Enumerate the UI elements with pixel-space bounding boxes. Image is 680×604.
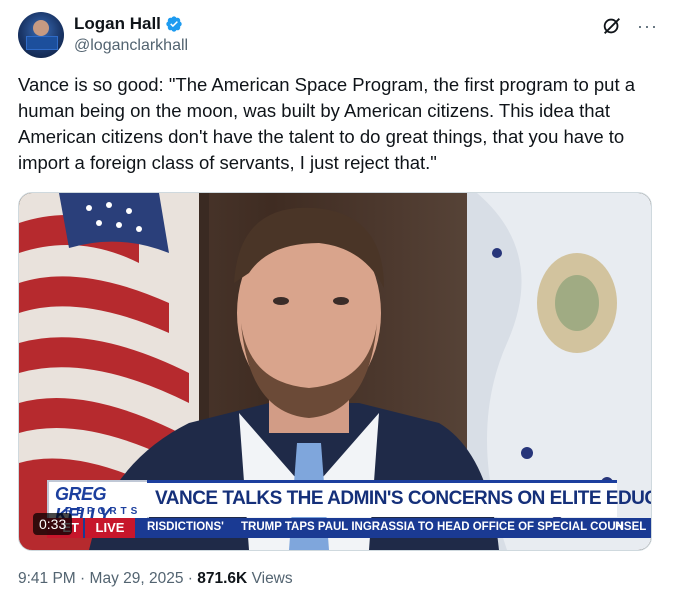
- news-lower-third: GREG KELLY REPORTS VANCE TALKS THE ADMIN…: [19, 478, 651, 550]
- views-label: Views: [251, 570, 293, 587]
- views-count: 871.6K: [197, 570, 248, 587]
- ticker-prev-item: RISDICTIONS': [147, 521, 224, 533]
- news-headline: VANCE TALKS THE ADMIN'S CONCERNS ON ELIT…: [155, 488, 651, 509]
- tweet-meta: 9:41 PM · May 29, 2025 · 871.6K Views: [18, 570, 293, 588]
- show-logo-sub: REPORTS: [65, 506, 142, 517]
- video-duration-badge: 0:33: [33, 513, 73, 535]
- tweet-video[interactable]: GREG KELLY REPORTS VANCE TALKS THE ADMIN…: [18, 192, 652, 551]
- display-name[interactable]: Logan Hall: [74, 14, 161, 34]
- author-handle[interactable]: @loganclarkhall: [74, 37, 188, 55]
- news-headline-box: VANCE TALKS THE ADMIN'S CONCERNS ON ELIT…: [147, 480, 651, 517]
- author-row: Logan Hall: [74, 14, 183, 34]
- ticker-next-item: H: [615, 521, 624, 533]
- meta-separator: ·: [80, 570, 86, 587]
- more-icon[interactable]: ···: [637, 17, 658, 35]
- meta-separator: ·: [187, 570, 193, 587]
- tweet-time[interactable]: 9:41 PM: [18, 570, 76, 587]
- tweet-date[interactable]: May 29, 2025: [90, 570, 184, 587]
- verified-badge-icon: [166, 16, 182, 32]
- avatar-shirt: [26, 36, 58, 50]
- avatar-head: [33, 20, 49, 36]
- avatar[interactable]: [18, 12, 64, 58]
- ticker-main-item: TRUMP TAPS PAUL INGRASSIA TO HEAD OFFICE…: [241, 521, 647, 533]
- live-label: LIVE: [85, 518, 135, 538]
- grok-icon[interactable]: [601, 15, 623, 37]
- tweet-actions-top: ···: [601, 15, 658, 37]
- tweet-text: Vance is so good: "The American Space Pr…: [18, 74, 636, 173]
